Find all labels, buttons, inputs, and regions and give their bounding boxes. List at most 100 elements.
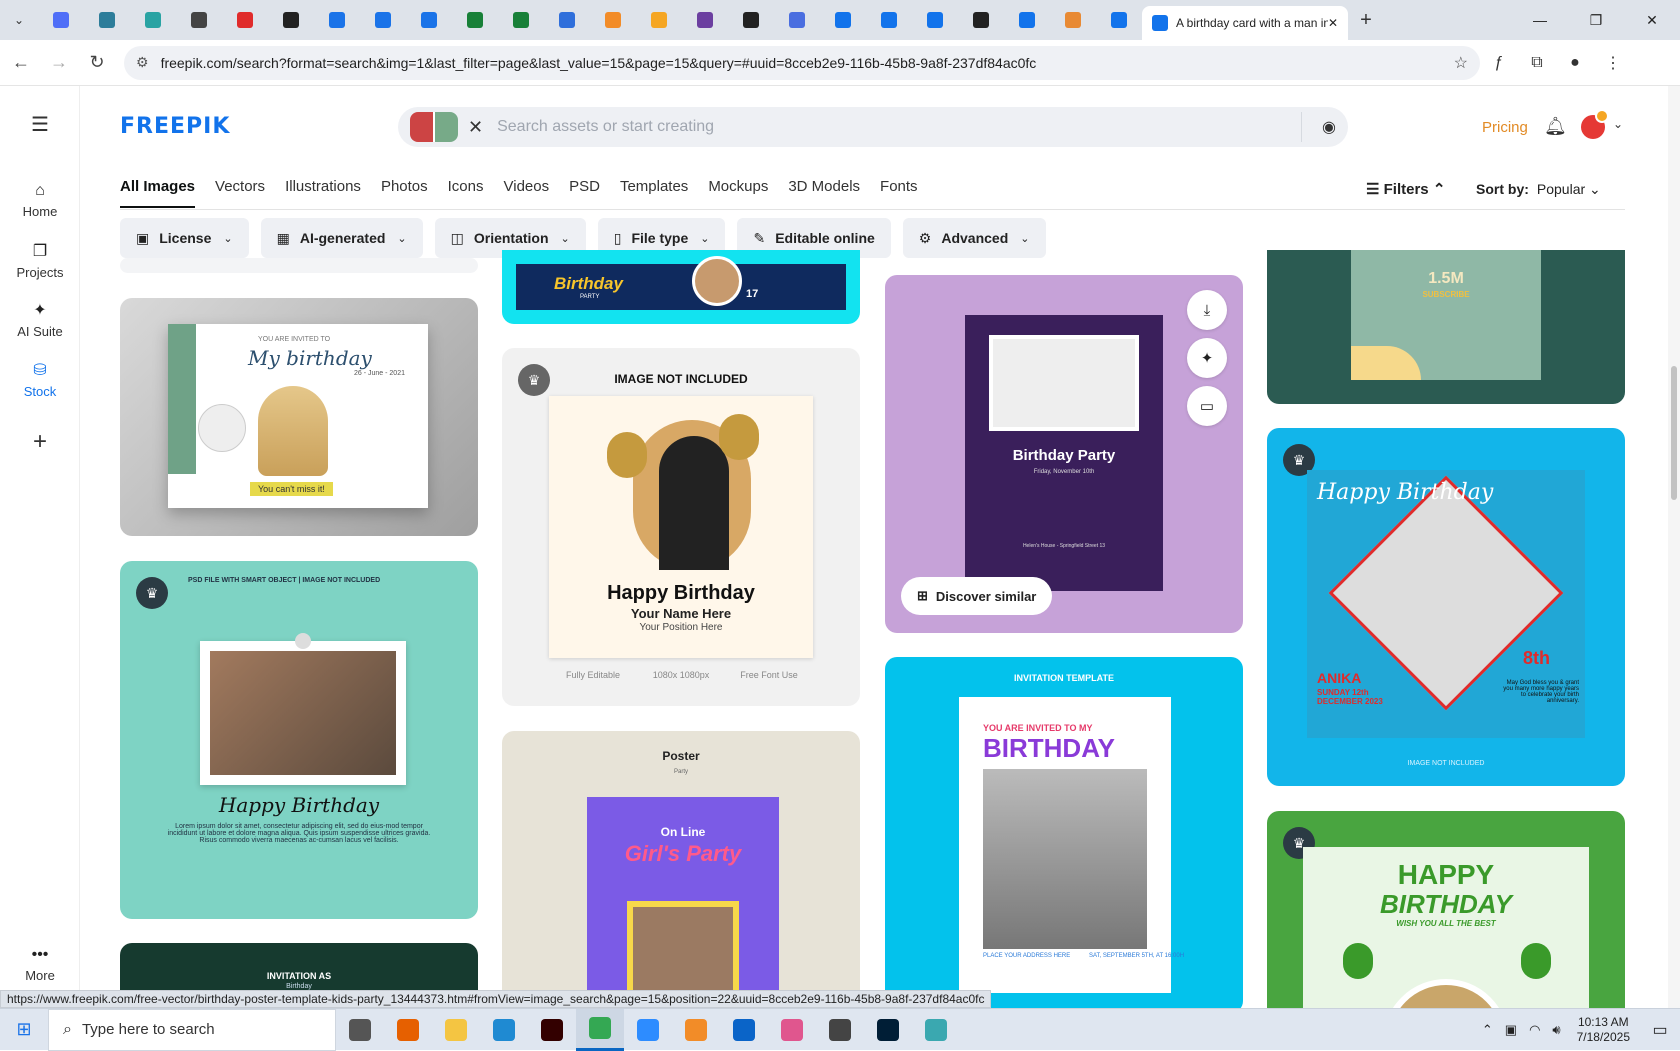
taskbar-vscode-icon[interactable]: [480, 1009, 528, 1051]
browser-tab[interactable]: [774, 0, 820, 40]
volume-icon[interactable]: 🔊︎: [1552, 1022, 1560, 1038]
tab-psd[interactable]: PSD: [569, 178, 600, 208]
sidebar-item-projects[interactable]: ❐ Projects: [0, 241, 80, 280]
taskbar-firefox-icon[interactable]: [384, 1009, 432, 1051]
tab-templates[interactable]: Templates: [620, 178, 688, 208]
active-tab[interactable]: A birthday card with a man in a ✕: [1142, 6, 1348, 40]
filter-advanced[interactable]: ⚙ Advanced ⌄: [902, 218, 1046, 258]
forward-arrow-icon[interactable]: →: [42, 46, 76, 80]
page-scrollbar[interactable]: [1668, 86, 1680, 1008]
taskbar-app-pink-icon[interactable]: [768, 1009, 816, 1051]
taskbar-chrome-icon[interactable]: [576, 1008, 624, 1051]
result-card-invitation-template[interactable]: INVITATION TEMPLATE YOU ARE INVITED TO M…: [885, 657, 1243, 1013]
result-card-subscribe[interactable]: 1.5M SUBSCRIBE: [1267, 250, 1625, 404]
sidebar-item-more[interactable]: ••• More: [0, 946, 80, 983]
browser-tab[interactable]: [636, 0, 682, 40]
result-card-my-birthday[interactable]: YOU ARE INVITED TO My birthday 26 - June…: [120, 298, 478, 536]
search-bar[interactable]: ✕ Search assets or start creating ◉: [398, 107, 1348, 147]
taskbar-task-view-icon[interactable]: [336, 1009, 384, 1051]
scrollbar-thumb[interactable]: [1671, 366, 1677, 500]
back-arrow-icon[interactable]: ←: [4, 46, 38, 80]
browser-tab[interactable]: [314, 0, 360, 40]
site-info-icon[interactable]: ⚙: [136, 54, 149, 71]
taskbar-app-orange-icon[interactable]: [672, 1009, 720, 1051]
browser-tab[interactable]: [820, 0, 866, 40]
close-window-button[interactable]: ✕: [1624, 0, 1680, 40]
result-card-birthday-banner[interactable]: Birthday PARTY 17: [502, 250, 860, 324]
browser-tab[interactable]: [498, 0, 544, 40]
new-tab-button[interactable]: +: [1348, 0, 1384, 40]
pricing-link[interactable]: Pricing: [1482, 119, 1528, 136]
browser-tab[interactable]: [452, 0, 498, 40]
result-card-man-birthday[interactable]: ♛ IMAGE NOT INCLUDED Happy Birthday Your…: [502, 348, 860, 706]
clock[interactable]: 10:13 AM 7/18/2025: [1577, 1015, 1630, 1045]
browser-tab[interactable]: [84, 0, 130, 40]
add-icon[interactable]: +: [0, 428, 80, 456]
taskbar-file-explorer-icon[interactable]: [432, 1009, 480, 1051]
notification-center-icon[interactable]: ▭: [1640, 1020, 1680, 1040]
result-card-anika-birthday[interactable]: ♛ Happy Birthday ANIKA SUNDAY 12th DECEM…: [1267, 428, 1625, 786]
result-card-happy-birthday-frame[interactable]: ♛ PSD FILE WITH SMART OBJECT | IMAGE NOT…: [120, 561, 478, 919]
save-to-collection-icon[interactable]: ▭: [1187, 386, 1227, 426]
extension-icon[interactable]: ƒ: [1480, 46, 1518, 80]
taskbar-search[interactable]: ⌕ Type here to search: [48, 1008, 336, 1051]
browser-tab[interactable]: [912, 0, 958, 40]
browser-tab[interactable]: [590, 0, 636, 40]
sidebar-item-ai-suite[interactable]: ✦ AI Suite: [0, 300, 80, 339]
hamburger-menu-icon[interactable]: ☰: [0, 112, 80, 137]
taskbar-app-teal-icon[interactable]: [912, 1009, 960, 1051]
clear-image-icon[interactable]: ✕: [468, 117, 483, 138]
tab-mockups[interactable]: Mockups: [708, 178, 768, 208]
extensions-puzzle-icon[interactable]: ⧉: [1518, 46, 1556, 80]
wifi-icon[interactable]: ◠: [1529, 1022, 1540, 1038]
sidebar-item-home[interactable]: ⌂ Home: [0, 182, 80, 219]
browser-tab[interactable]: [958, 0, 1004, 40]
tab-icons[interactable]: Icons: [448, 178, 484, 208]
bookmark-star-icon[interactable]: ☆: [1454, 53, 1468, 73]
chevron-up-icon[interactable]: ⌃: [1482, 1022, 1493, 1038]
url-field[interactable]: ⚙ freepik.com/search?format=search&img=1…: [124, 45, 1480, 80]
taskbar-zoom-icon[interactable]: [624, 1009, 672, 1051]
camera-search-icon[interactable]: ◉: [1322, 117, 1336, 137]
filter-license[interactable]: ▣ License ⌄: [120, 218, 249, 258]
tab-fonts[interactable]: Fonts: [880, 178, 918, 208]
browser-tab[interactable]: [268, 0, 314, 40]
tab-vectors[interactable]: Vectors: [215, 178, 265, 208]
minimize-button[interactable]: —: [1512, 0, 1568, 40]
network-icon[interactable]: ▣: [1505, 1022, 1517, 1038]
browser-tab[interactable]: [682, 0, 728, 40]
discover-similar-button[interactable]: ⊞ Discover similar: [901, 577, 1053, 615]
browser-tab[interactable]: [1050, 0, 1096, 40]
browser-tab[interactable]: [406, 0, 452, 40]
close-tab-icon[interactable]: ✕: [1328, 16, 1338, 30]
browser-tab[interactable]: [1004, 0, 1050, 40]
sidebar-item-stock[interactable]: ⛁ Stock: [0, 360, 80, 399]
browser-tab[interactable]: [130, 0, 176, 40]
browser-tab[interactable]: [222, 0, 268, 40]
tab-all-images[interactable]: All Images: [120, 178, 196, 208]
ai-edit-sparkle-icon[interactable]: ✦: [1187, 338, 1227, 378]
browser-tab[interactable]: [360, 0, 406, 40]
browser-tab[interactable]: [544, 0, 590, 40]
browser-tab[interactable]: [866, 0, 912, 40]
taskbar-outlook-icon[interactable]: [720, 1009, 768, 1051]
sort-dropdown[interactable]: Sort by: Popular ⌄: [1476, 181, 1601, 198]
result-card-girls-party[interactable]: Poster Party On Line Girl's Party: [502, 731, 860, 1023]
filters-toggle[interactable]: ☰ Filters ⌃: [1366, 180, 1445, 198]
reload-icon[interactable]: ↻: [80, 46, 114, 80]
taskbar-pen-tool-icon[interactable]: [816, 1009, 864, 1051]
browser-tab[interactable]: [176, 0, 222, 40]
tab-search-dropdown[interactable]: ⌄: [0, 0, 38, 40]
freepik-logo[interactable]: FREEPIK: [120, 114, 230, 139]
browser-tab[interactable]: [728, 0, 774, 40]
tab-illustrations[interactable]: Illustrations: [285, 178, 361, 208]
maximize-button[interactable]: ❐: [1568, 0, 1624, 40]
account-chevron-down-icon[interactable]: ⌄: [1613, 117, 1623, 131]
profile-avatar-icon[interactable]: ●: [1556, 46, 1594, 80]
browser-menu-icon[interactable]: ⋮: [1594, 46, 1632, 80]
taskbar-illustrator-icon[interactable]: [528, 1009, 576, 1051]
result-card-partial[interactable]: [120, 258, 478, 273]
taskbar-search-input[interactable]: Type here to search: [82, 1021, 215, 1038]
download-icon[interactable]: ⤓: [1187, 290, 1227, 330]
windows-start-icon[interactable]: ⊞: [0, 1009, 48, 1051]
